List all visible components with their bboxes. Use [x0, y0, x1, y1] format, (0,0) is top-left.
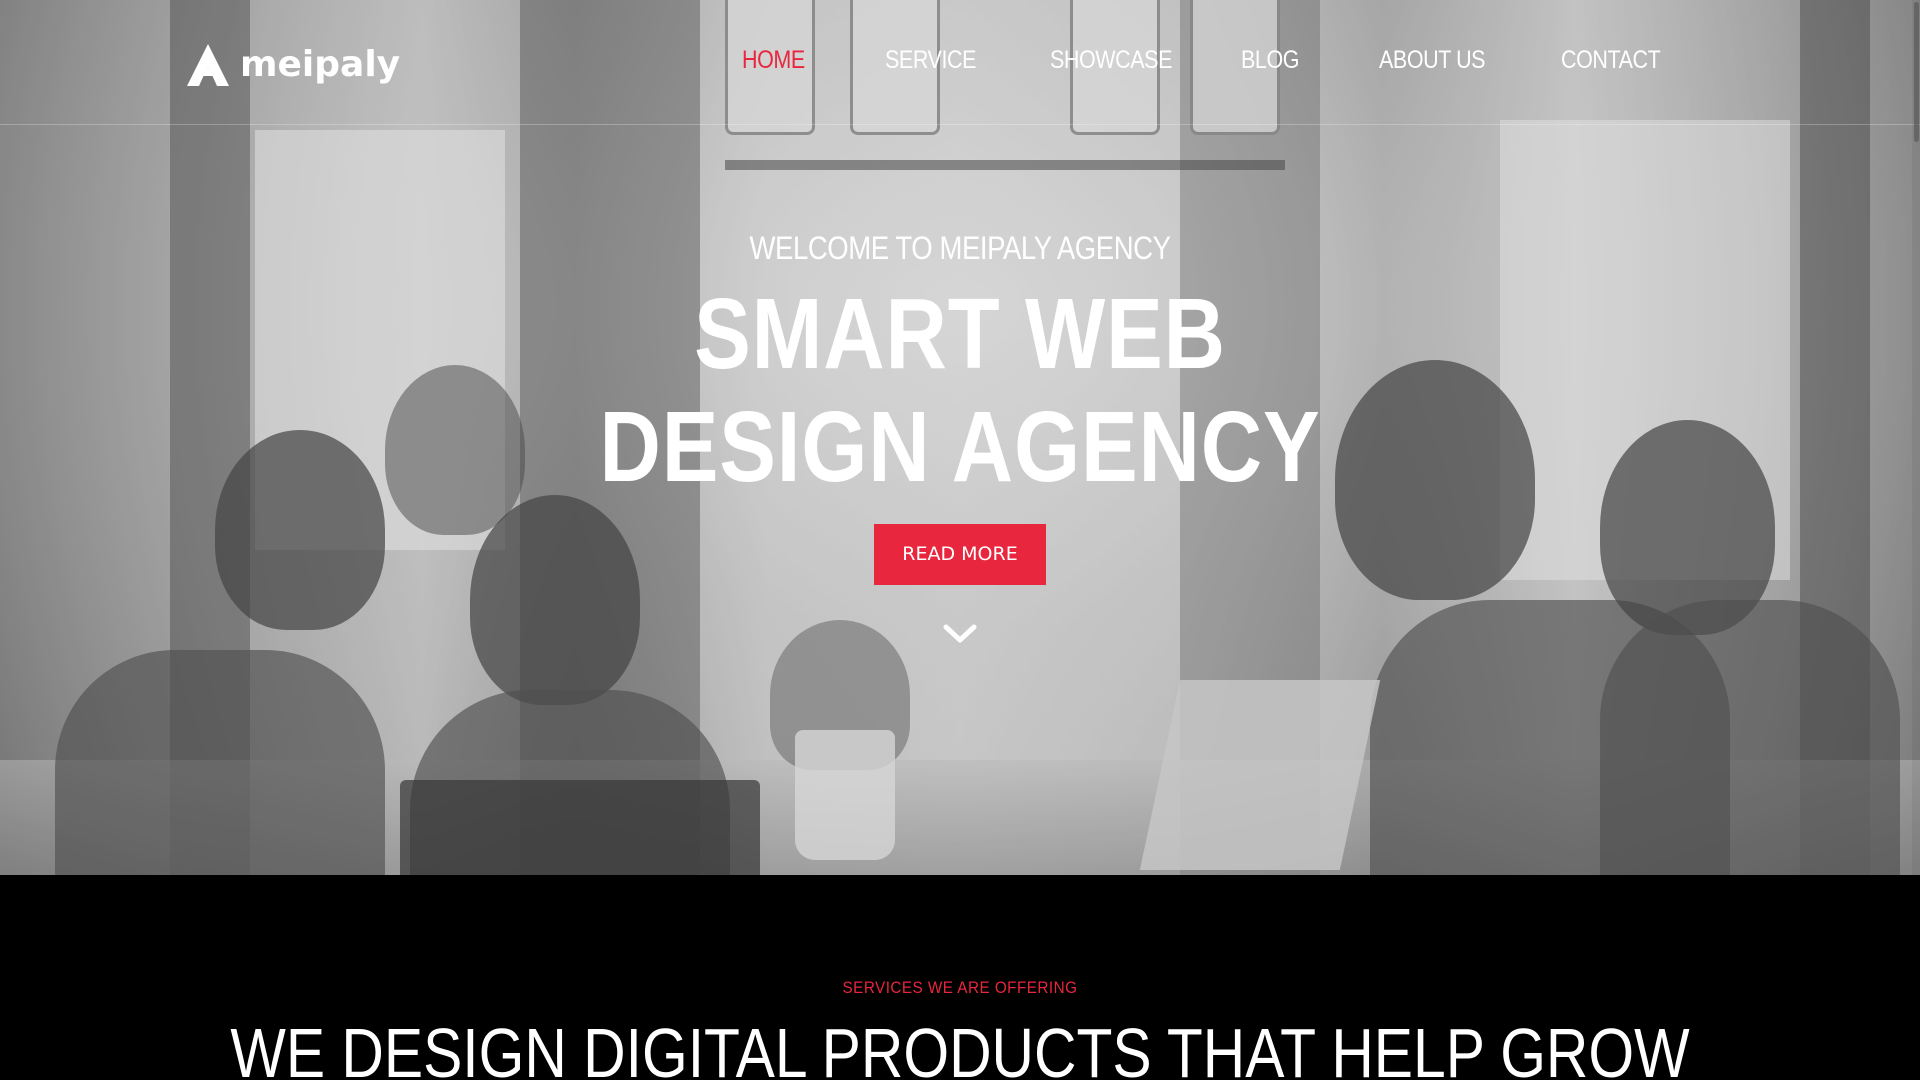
services-title: WE DESIGN DIGITAL PRODUCTS THAT HELP GRO… — [230, 1014, 1690, 1080]
services-section: SERVICES WE ARE OFFERING WE DESIGN DIGIT… — [0, 875, 1920, 1080]
hero-content: WELCOME TO MEIPALY AGENCY SMART WEB DESI… — [0, 0, 1920, 875]
nav-item-about-us[interactable]: ABOUT US — [1379, 46, 1486, 75]
nav-item-blog[interactable]: BLOG — [1241, 46, 1299, 75]
triangle-logo-icon — [187, 44, 229, 86]
chevron-down-icon[interactable] — [942, 622, 978, 646]
page-scrollbar[interactable] — [1912, 0, 1920, 1080]
services-label: SERVICES WE ARE OFFERING — [842, 978, 1078, 997]
nav-item-service[interactable]: SERVICE — [885, 46, 976, 75]
hero-section: meipaly HOME SERVICE SHOWCASE BLOG ABOUT… — [0, 0, 1920, 875]
page: meipaly HOME SERVICE SHOWCASE BLOG ABOUT… — [0, 0, 1920, 1080]
brand-name: meipaly — [240, 44, 401, 85]
hero-headline: SMART WEB DESIGN AGENCY — [144, 278, 1776, 504]
hero-headline-line-2: DESIGN AGENCY — [599, 391, 1321, 503]
nav-item-contact[interactable]: CONTACT — [1561, 46, 1661, 75]
hero-eyebrow: WELCOME TO MEIPALY AGENCY — [749, 230, 1171, 266]
navbar: meipaly HOME SERVICE SHOWCASE BLOG ABOUT… — [0, 0, 1920, 125]
read-more-button[interactable]: READ MORE — [874, 524, 1046, 585]
brand-logo[interactable]: meipaly — [186, 42, 400, 88]
nav-item-showcase[interactable]: SHOWCASE — [1050, 46, 1172, 75]
hero-headline-line-1: SMART WEB — [694, 278, 1226, 390]
scrollbar-thumb[interactable] — [1914, 2, 1919, 142]
nav-item-home[interactable]: HOME — [742, 46, 805, 75]
